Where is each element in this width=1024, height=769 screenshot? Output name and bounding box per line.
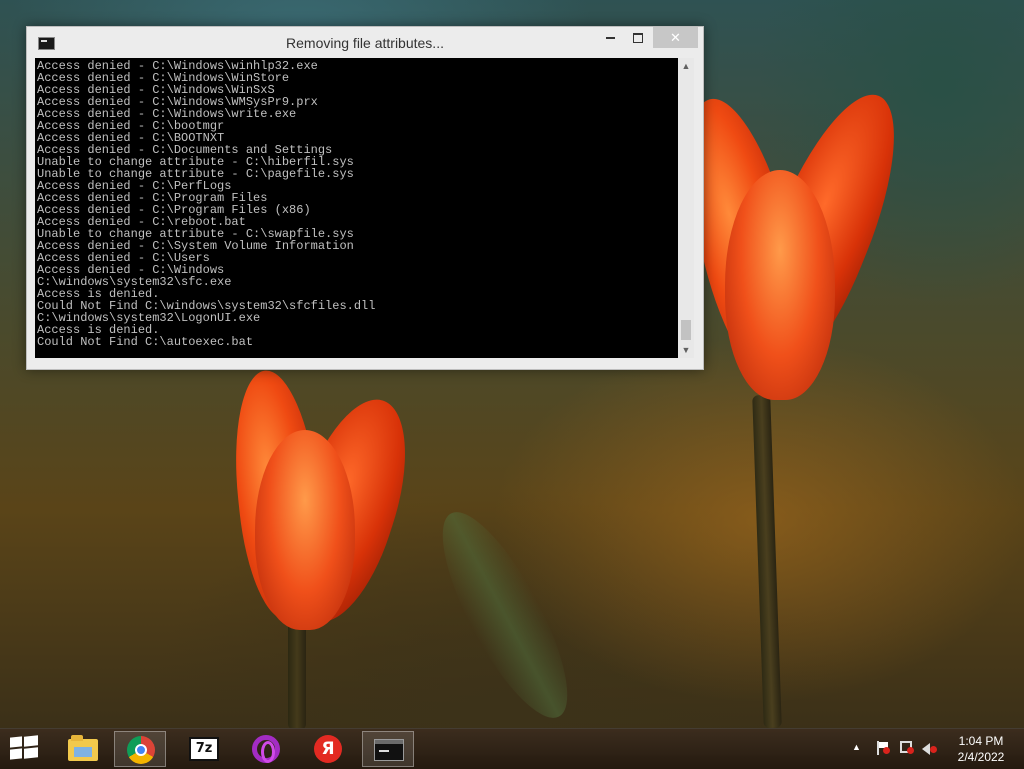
- taskbar-7zip[interactable]: 7z: [178, 731, 230, 767]
- console-scrollbar[interactable]: ▲ ▼: [678, 58, 694, 358]
- wallpaper-tulip-stem-left: [288, 620, 306, 728]
- scroll-up-icon[interactable]: ▲: [678, 58, 694, 74]
- 7zip-icon: 7z: [189, 737, 219, 761]
- taskbar-file-explorer[interactable]: [56, 731, 108, 767]
- folder-icon: [68, 735, 98, 761]
- wallpaper-leaf: [420, 497, 590, 728]
- minimize-icon: [605, 36, 615, 39]
- taskbar-opera[interactable]: [240, 731, 292, 767]
- maximize-button[interactable]: [625, 27, 651, 48]
- taskbar-clock[interactable]: 1:04 PM 2/4/2022: [946, 733, 1016, 765]
- windows-logo-icon: [10, 736, 22, 748]
- opera-icon: [252, 735, 280, 763]
- console-lines: Access denied - C:\Windows\winhlp32.exe A…: [35, 58, 678, 348]
- wallpaper-tulip-stem-right: [752, 394, 782, 728]
- maximize-icon: [633, 32, 643, 43]
- clock-date: 2/4/2022: [957, 750, 1005, 764]
- taskbar-command-prompt[interactable]: [362, 731, 414, 767]
- window-titlebar[interactable]: Removing file attributes... ✕: [27, 27, 703, 58]
- close-button[interactable]: ✕: [653, 27, 698, 48]
- clock-time: 1:04 PM: [958, 734, 1004, 748]
- scroll-down-icon[interactable]: ▼: [678, 342, 694, 358]
- show-hidden-icons-button[interactable]: ▲: [852, 742, 861, 758]
- console-window: Removing file attributes... ✕ Access den…: [26, 26, 704, 370]
- scrollbar-thumb[interactable]: [681, 320, 691, 340]
- console-output[interactable]: Access denied - C:\Windows\winhlp32.exe A…: [35, 58, 678, 358]
- cmd-icon: [374, 739, 404, 761]
- yandex-icon: Я: [314, 735, 342, 763]
- close-icon: ✕: [670, 30, 681, 45]
- console-line: Could Not Find C:\autoexec.bat: [37, 335, 254, 349]
- minimize-button[interactable]: [597, 27, 623, 48]
- taskbar-yandex[interactable]: Я: [302, 731, 354, 767]
- taskbar-chrome[interactable]: [114, 731, 166, 767]
- start-button[interactable]: [10, 735, 38, 761]
- chrome-icon: [127, 736, 155, 764]
- taskbar: 7z Я ▲ 1:04 PM 2/4/2022: [0, 728, 1024, 769]
